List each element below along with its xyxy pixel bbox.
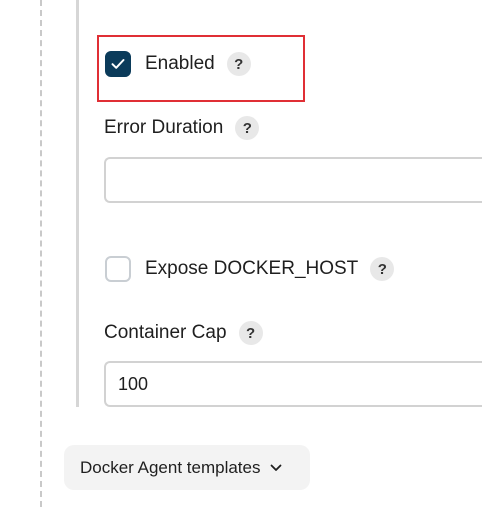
enabled-row: Enabled ?: [105, 51, 251, 77]
enabled-label[interactable]: Enabled: [145, 53, 215, 75]
docker-agent-templates-button[interactable]: Docker Agent templates: [64, 445, 310, 490]
error-duration-input[interactable]: [104, 157, 482, 203]
container-cap-label: Container Cap: [104, 322, 227, 343]
error-duration-help-icon[interactable]: ?: [235, 116, 260, 140]
section-nesting-rail: [76, 0, 79, 407]
container-cap-label-row: Container Cap ?: [104, 321, 263, 345]
container-cap-input[interactable]: 100: [104, 361, 482, 407]
docker-agent-templates-label: Docker Agent templates: [80, 457, 261, 477]
checkmark-icon: [111, 59, 125, 69]
section-dashed-rail: [40, 0, 42, 507]
error-duration-label-row: Error Duration ?: [104, 116, 260, 140]
container-cap-help-icon[interactable]: ?: [238, 321, 263, 345]
expose-docker-host-checkbox[interactable]: [105, 256, 131, 282]
docker-cloud-config-section: Enabled ? Error Duration ? Expose DOCKER…: [0, 0, 482, 507]
expose-docker-host-help-icon[interactable]: ?: [370, 257, 395, 281]
enabled-help-icon[interactable]: ?: [226, 52, 251, 76]
error-duration-label: Error Duration: [104, 117, 224, 138]
enabled-checkbox[interactable]: [105, 51, 131, 77]
expose-docker-host-row: Expose DOCKER_HOST ?: [105, 256, 395, 282]
chevron-down-icon: [270, 464, 282, 472]
expose-docker-host-label[interactable]: Expose DOCKER_HOST: [145, 258, 358, 280]
